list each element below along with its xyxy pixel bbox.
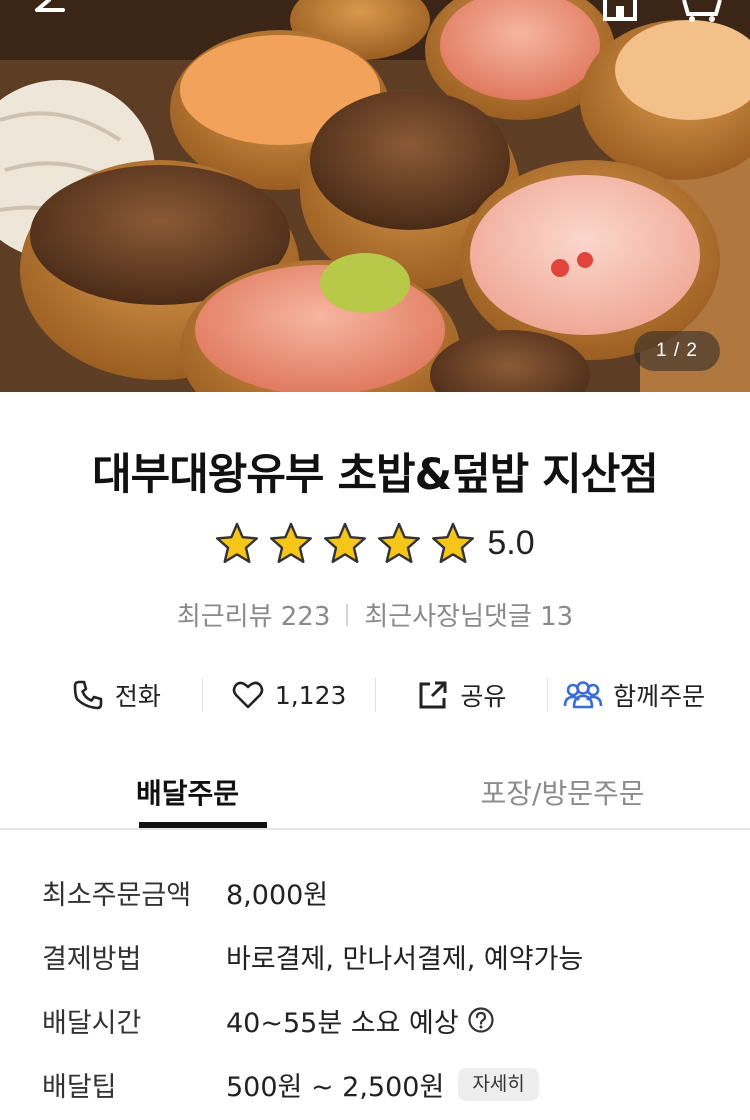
review-summary: 최근리뷰 223 최근사장님댓글 13 [0, 596, 750, 633]
likes-count: 1,123 [274, 680, 347, 710]
recent-reviews-link[interactable]: 최근리뷰 223 [177, 596, 331, 633]
like-button[interactable]: 1,123 [203, 678, 375, 712]
store-photo[interactable]: 1 / 2 [0, 0, 750, 392]
info-value: 500원 ~ 2,500원 [226, 1071, 445, 1103]
back-button[interactable] [30, 0, 70, 22]
heart-icon [232, 681, 264, 709]
rating-row: 5.0 [0, 522, 750, 564]
share-button[interactable]: 공유 [376, 677, 548, 713]
info-row-payment: 결제방법 바로결제, 만나서결제, 예약가능 [42, 924, 722, 988]
tab-label: 배달주문 [135, 777, 240, 810]
rating-stars [215, 522, 475, 564]
tab-delivery-order[interactable]: 배달주문 [0, 760, 375, 828]
call-button[interactable]: 전화 [30, 677, 202, 713]
cart-button[interactable] [678, 0, 724, 22]
info-label: 배달시간 [42, 1007, 142, 1039]
home-button[interactable] [600, 0, 640, 22]
delivery-info: 최소주문금액 8,000원 결제방법 바로결제, 만나서결제, 예약가능 배달시… [42, 860, 722, 1116]
back-arrow-icon [35, 0, 65, 12]
image-counter: 1 / 2 [634, 331, 720, 371]
info-value: 바로결제, 만나서결제, 예약가능 [226, 943, 584, 975]
star-icon [324, 522, 367, 563]
info-value-wrap: 40~55분 소요 예상 [226, 1001, 495, 1040]
group-order-button[interactable]: 함께주문 [548, 677, 720, 713]
active-tab-indicator [139, 822, 267, 828]
owner-replies-link[interactable]: 최근사장님댓글 13 [364, 596, 573, 633]
star-icon [432, 522, 475, 563]
info-label: 배달팁 [42, 1071, 117, 1103]
divider [346, 603, 349, 626]
call-label: 전화 [114, 682, 161, 711]
info-label: 최소주문금액 [42, 879, 192, 911]
info-value-wrap: 500원 ~ 2,500원 자세히 [226, 1065, 539, 1104]
rating-score: 5.0 [487, 523, 535, 562]
delivery-tip-detail-button[interactable]: 자세히 [458, 1067, 539, 1101]
store-actions: 전화 1,123 공유 함께주문 [30, 670, 720, 720]
food-photo-illustration [0, 0, 750, 392]
star-icon [270, 522, 313, 563]
info-label: 결제방법 [42, 943, 142, 975]
home-icon [603, 0, 637, 21]
share-label: 공유 [460, 682, 507, 711]
question-circle-icon[interactable] [467, 1006, 495, 1034]
info-value: 40~55분 소요 예상 [226, 1007, 459, 1039]
group-order-label: 함께주문 [613, 682, 706, 711]
info-value: 8,000원 [226, 879, 329, 911]
info-row-delivery-time: 배달시간 40~55분 소요 예상 [42, 988, 722, 1052]
info-row-delivery-tip: 배달팁 500원 ~ 2,500원 자세히 [42, 1052, 722, 1116]
share-icon [419, 681, 447, 709]
phone-icon [73, 680, 103, 710]
star-icon [378, 522, 421, 563]
star-icon [216, 522, 259, 563]
cart-icon [682, 0, 722, 22]
group-people-icon [563, 681, 603, 709]
info-row-min-order: 최소주문금액 8,000원 [42, 860, 722, 924]
tab-label: 포장/방문주문 [480, 777, 645, 810]
tab-pickup-order[interactable]: 포장/방문주문 [375, 760, 750, 828]
store-name: 대부대왕유부 초밥&덮밥 지산점 [92, 450, 659, 500]
order-type-tabs: 배달주문 포장/방문주문 [0, 760, 750, 830]
